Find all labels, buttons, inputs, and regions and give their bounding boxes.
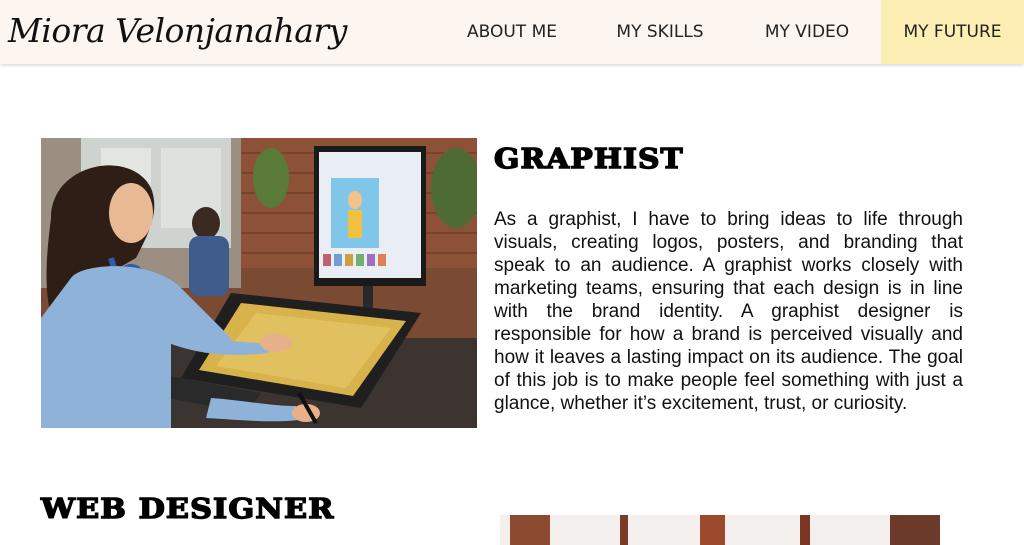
web-designer-photo (500, 515, 940, 545)
web-designer-photo-illustration (500, 515, 940, 545)
nav-my-video[interactable]: MY VIDEO (747, 0, 867, 64)
graphist-photo-illustration (41, 138, 477, 428)
site-logo[interactable]: Miora Velonjanahary (8, 6, 347, 56)
top-navbar: Miora Velonjanahary ABOUT ME MY SKILLS M… (0, 0, 1024, 64)
graphist-heading: GRAPHIST (493, 143, 684, 175)
graphist-photo (41, 138, 477, 428)
graphist-description: As a graphist, I have to bring ideas to … (494, 209, 963, 414)
web-designer-heading: WEB DESIGNER (40, 493, 335, 525)
nav-my-future[interactable]: MY FUTURE (881, 0, 1024, 64)
nav-my-skills[interactable]: MY SKILLS (600, 0, 720, 64)
nav-about-me[interactable]: ABOUT ME (452, 0, 572, 64)
